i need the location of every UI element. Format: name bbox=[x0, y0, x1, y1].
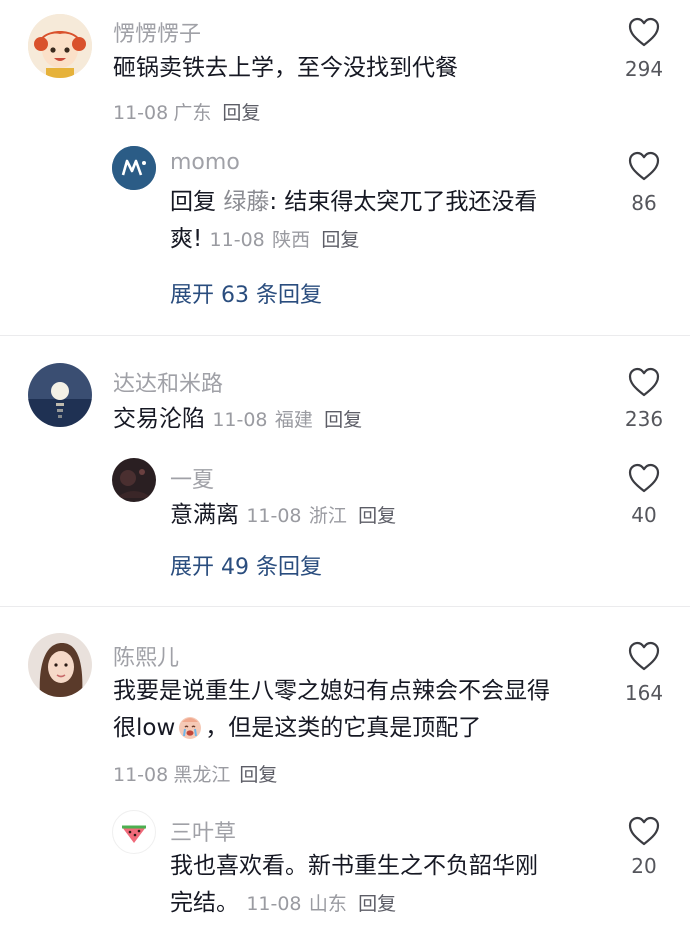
avatar[interactable] bbox=[28, 633, 92, 697]
like-count: 164 bbox=[624, 681, 664, 705]
comment-text: 砸锅卖铁去上学，至今没找到代餐 bbox=[113, 55, 458, 81]
reply-username[interactable]: 三叶草 bbox=[170, 815, 236, 847]
comment-meta: 11-08 黑龙江 回复 bbox=[113, 760, 277, 787]
comment-username[interactable]: 陈熙儿 bbox=[113, 640, 179, 672]
reply-button[interactable]: 回复 bbox=[324, 409, 362, 431]
like-count: 294 bbox=[624, 57, 664, 81]
comment-text-body: 交易沦陷 bbox=[113, 406, 205, 432]
comment-text: 我要是说重生八零之媳妇有点辣会不会显得 很low ，但是这类的它真是顶配了 bbox=[113, 673, 550, 747]
reply-button[interactable]: 回复 bbox=[222, 102, 260, 124]
like-count: 86 bbox=[631, 191, 657, 215]
reply-button[interactable]: 回复 bbox=[358, 893, 396, 915]
comment-username[interactable]: 愣愣愣子 bbox=[113, 16, 201, 48]
comment-text-line2b: ，但是这类的它真是顶配了 bbox=[205, 715, 482, 741]
like-count: 236 bbox=[624, 407, 664, 431]
divider bbox=[0, 335, 690, 336]
comment-location: 福建 bbox=[274, 409, 313, 431]
reply-date: 11-08 bbox=[246, 505, 302, 527]
reply-location: 浙江 bbox=[308, 505, 347, 527]
reply-avatar[interactable] bbox=[112, 458, 156, 502]
comment-location: 广东 bbox=[173, 102, 212, 124]
comment-text: 交易沦陷 11-08 福建 回复 bbox=[113, 401, 362, 439]
reply-text: 我也喜欢看。新书重生之不负韶华刚 完结。 11-08 山东 回复 bbox=[170, 848, 538, 923]
reply-button[interactable]: 回复 bbox=[321, 229, 359, 251]
watermelon-avatar-icon bbox=[122, 825, 146, 843]
divider bbox=[0, 606, 690, 607]
reply-text-line1: : 结束得太突兀了我还没看 bbox=[269, 189, 538, 215]
reply-text-line2: 爽! bbox=[170, 226, 203, 252]
like-heart-icon[interactable] bbox=[627, 815, 661, 847]
like-count: 40 bbox=[631, 503, 657, 527]
comment-meta: 11-08 广东 回复 bbox=[113, 98, 260, 125]
comment-text-line2a: 很low bbox=[113, 715, 176, 741]
expand-replies-button[interactable]: 展开 49 条回复 bbox=[170, 549, 322, 581]
reply-mention[interactable]: 绿藤 bbox=[223, 189, 269, 215]
comment-date: 11-08 bbox=[113, 764, 169, 786]
like-heart-icon[interactable] bbox=[627, 640, 661, 672]
reply-username[interactable]: momo bbox=[170, 150, 240, 175]
comment-location: 黑龙江 bbox=[173, 764, 231, 786]
like-heart-icon[interactable] bbox=[627, 366, 661, 398]
reply-username[interactable]: 一夏 bbox=[170, 462, 214, 494]
reply-avatar[interactable] bbox=[112, 810, 156, 854]
like-heart-icon[interactable] bbox=[627, 16, 661, 48]
like-heart-icon[interactable] bbox=[627, 150, 661, 182]
reply-date: 11-08 bbox=[209, 229, 265, 251]
comment-date: 11-08 bbox=[113, 102, 169, 124]
reply-date: 11-08 bbox=[246, 893, 302, 915]
moon-sea-avatar-icon bbox=[28, 363, 92, 427]
like-count: 20 bbox=[631, 854, 657, 878]
portrait-avatar-icon bbox=[28, 633, 92, 697]
reply-avatar[interactable] bbox=[112, 146, 156, 190]
reply-button[interactable]: 回复 bbox=[239, 764, 277, 786]
comment-text-line1: 我要是说重生八零之媳妇有点辣会不会显得 bbox=[113, 678, 550, 704]
like-heart-icon[interactable] bbox=[627, 462, 661, 494]
dark-photo-avatar-icon bbox=[112, 458, 156, 502]
reply-text-line2: 完结。 bbox=[170, 890, 239, 916]
reply-prefix: 回复 bbox=[170, 189, 216, 215]
comment-username[interactable]: 达达和米路 bbox=[113, 366, 223, 398]
momo-logo-icon bbox=[112, 146, 156, 190]
reply-text: 回复 绿藤: 结束得太突兀了我还没看 爽! 11-08 陕西 回复 bbox=[170, 184, 610, 259]
reply-text-body: 意满离 bbox=[170, 502, 239, 528]
crying-face-emoji-icon bbox=[179, 717, 202, 739]
reply-button[interactable]: 回复 bbox=[358, 505, 396, 527]
avatar[interactable] bbox=[28, 363, 92, 427]
reply-location: 陕西 bbox=[272, 229, 311, 251]
avatar[interactable] bbox=[28, 14, 92, 78]
comment-date: 11-08 bbox=[212, 409, 268, 431]
cartoon-girl-avatar-icon bbox=[28, 14, 92, 78]
reply-text-line1: 我也喜欢看。新书重生之不负韶华刚 bbox=[170, 853, 538, 879]
reply-text: 意满离 11-08 浙江 回复 bbox=[170, 497, 396, 535]
expand-replies-button[interactable]: 展开 63 条回复 bbox=[170, 277, 322, 309]
reply-location: 山东 bbox=[308, 893, 347, 915]
